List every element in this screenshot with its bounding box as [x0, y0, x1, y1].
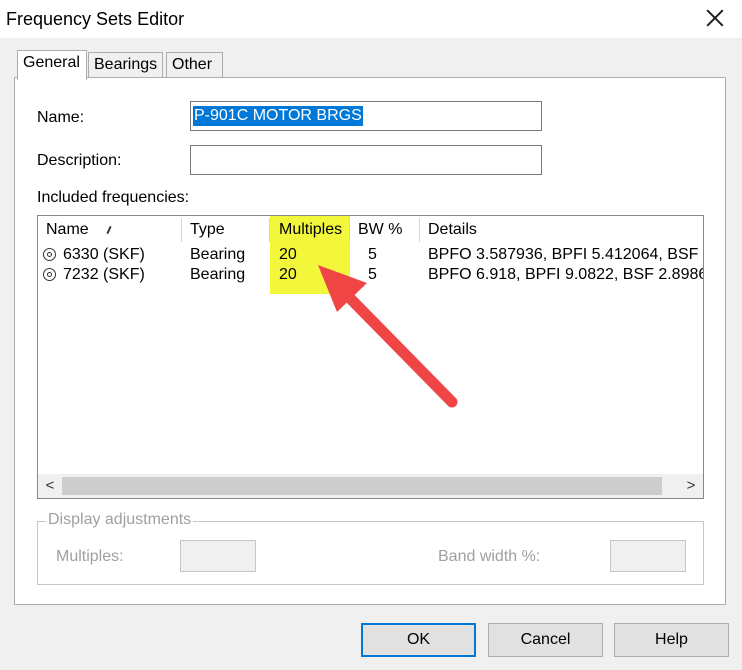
ok-button-label: OK	[406, 631, 431, 648]
column-header-type-label: Type	[190, 221, 225, 238]
column-header-bw-label: BW %	[358, 221, 403, 238]
frequencies-list[interactable]: Name Type Multiples BW % Details 6330 (S…	[37, 215, 704, 499]
sort-indicator-icon	[106, 225, 112, 235]
table-row[interactable]: 7232 (SKF) Bearing 20 5 BPFO 6.918, BPFI…	[38, 265, 703, 285]
row-name: 6330 (SKF)	[63, 246, 145, 263]
description-input[interactable]	[190, 145, 542, 175]
row-details: BPFO 6.918, BPFI 9.0822, BSF 2.8986, ...	[428, 266, 703, 283]
ok-button[interactable]: OK	[361, 623, 476, 657]
tab-bearings-label: Bearings	[94, 56, 158, 73]
window-title: Frequency Sets Editor	[6, 9, 185, 29]
column-header-bw[interactable]: BW %	[350, 218, 420, 242]
row-type: Bearing	[190, 246, 246, 263]
bandwidth-input[interactable]	[610, 540, 686, 572]
name-label: Name:	[37, 109, 85, 126]
scroll-left-icon[interactable]: <	[40, 476, 60, 496]
row-details: BPFO 3.587936, BPFI 5.412064, BSF 2..	[428, 246, 703, 263]
scroll-right-icon[interactable]: >	[681, 476, 701, 496]
display-adjustments-legend: Display adjustments	[46, 511, 194, 529]
row-bw: 5	[368, 246, 377, 263]
tab-other[interactable]: Other	[166, 52, 223, 78]
row-multiples: 20	[279, 266, 297, 283]
column-header-details[interactable]: Details	[420, 218, 703, 242]
column-header-type[interactable]: Type	[182, 218, 270, 242]
column-header-multiples-label: Multiples	[279, 221, 343, 238]
bandwidth-label: Band width %:	[438, 548, 541, 565]
column-header-multiples[interactable]: Multiples	[270, 218, 350, 242]
help-button-label: Help	[655, 631, 688, 648]
table-row[interactable]: 6330 (SKF) Bearing 20 5 BPFO 3.587936, B…	[38, 245, 703, 265]
tab-other-label: Other	[172, 56, 213, 73]
multiples-label: Multiples:	[56, 548, 124, 565]
column-header-name-label: Name	[46, 221, 89, 238]
row-bw: 5	[368, 266, 377, 283]
cancel-button[interactable]: Cancel	[488, 623, 603, 657]
description-label: Description:	[37, 152, 122, 169]
tab-bearings[interactable]: Bearings	[88, 52, 163, 78]
multiples-input[interactable]	[180, 540, 256, 572]
close-icon[interactable]	[704, 7, 726, 29]
tab-general-label: General	[23, 54, 80, 71]
tab-general[interactable]: General	[17, 50, 87, 80]
name-input[interactable]: P-901C MOTOR BRGS	[190, 101, 542, 131]
row-type: Bearing	[190, 266, 246, 283]
help-button[interactable]: Help	[614, 623, 729, 657]
row-name: 7232 (SKF)	[63, 266, 145, 283]
included-frequencies-label: Included frequencies:	[37, 189, 190, 206]
cancel-button-label: Cancel	[520, 631, 571, 648]
bearing-icon	[43, 268, 56, 281]
horizontal-scrollbar[interactable]: < >	[38, 474, 703, 498]
column-header-details-label: Details	[428, 221, 477, 238]
column-header-name[interactable]: Name	[38, 218, 182, 242]
display-adjustments-group: Display adjustments	[37, 511, 704, 585]
bearing-icon	[43, 248, 56, 261]
title-bar: Frequency Sets Editor	[0, 0, 742, 38]
scroll-thumb[interactable]	[62, 477, 662, 495]
name-value: P-901C MOTOR BRGS	[193, 106, 363, 126]
row-multiples: 20	[279, 246, 297, 263]
